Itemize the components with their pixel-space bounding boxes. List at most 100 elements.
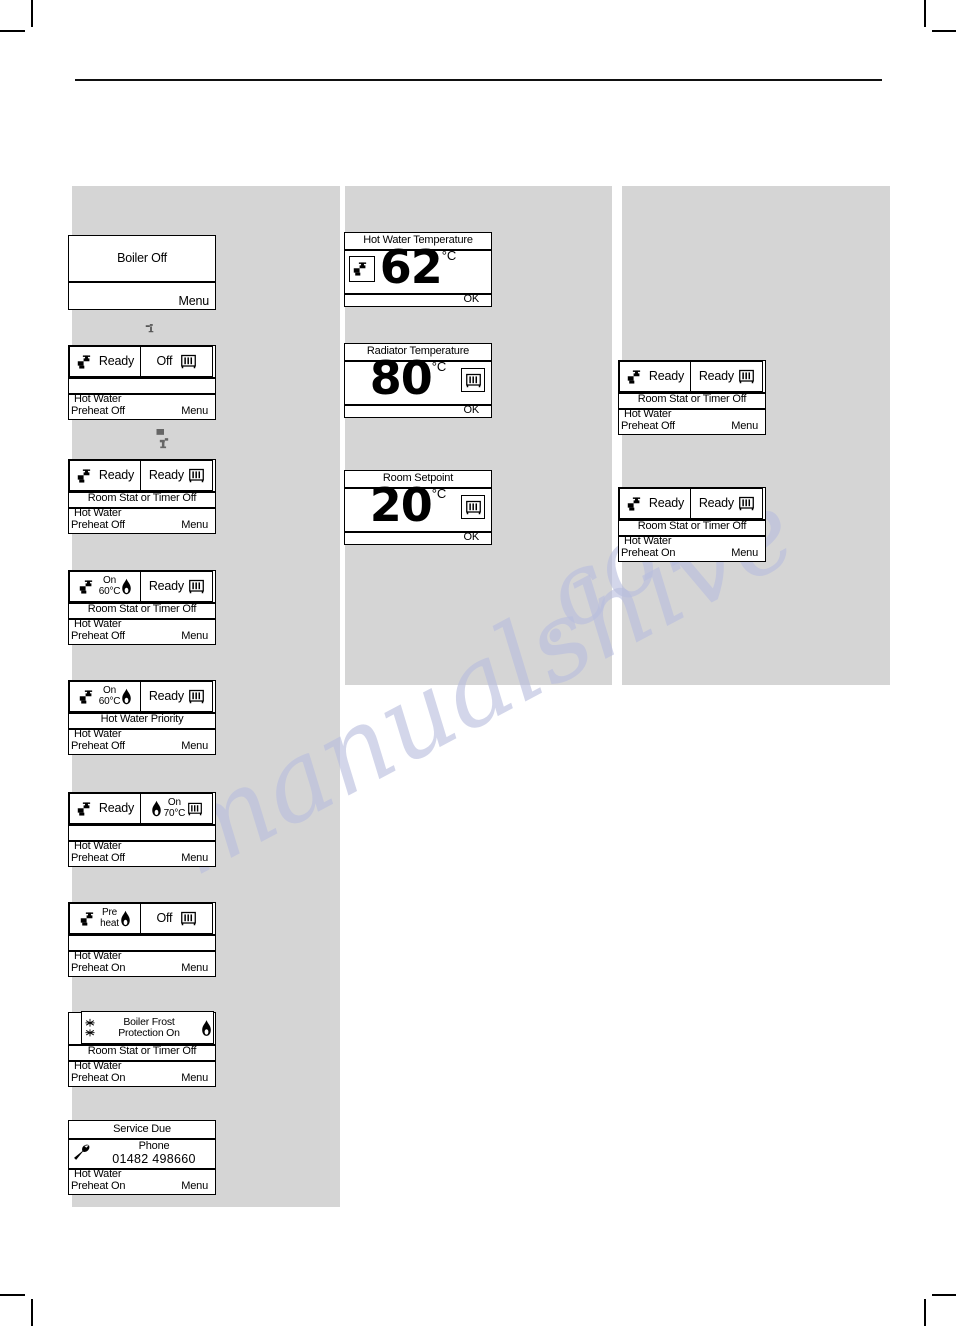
ch-status-cell[interactable]: Ready: [140, 460, 214, 491]
hw-status-cell[interactable]: Pre heat: [69, 903, 142, 934]
softkey-menu[interactable]: Menu: [181, 519, 208, 532]
footer-line-2: Preheat On: [71, 1180, 126, 1192]
hw-status-cell[interactable]: Ready: [69, 460, 142, 491]
crop-mark-top-left-horizontal: [0, 30, 25, 32]
tap-icon: [627, 496, 646, 512]
footer-line-2: Preheat Off: [71, 852, 125, 864]
softkey-menu[interactable]: Menu: [181, 740, 208, 753]
footer-line-1: Hot Water: [74, 950, 122, 962]
tap-icon: [77, 468, 96, 484]
hw-status-cell[interactable]: Ready: [69, 793, 142, 824]
display-hw-preheat[interactable]: Pre heat Off Hot Water Preheat On Menu: [68, 902, 216, 977]
hw-status-cell[interactable]: On 60°C: [69, 681, 142, 712]
softkey-menu[interactable]: Menu: [181, 1180, 208, 1193]
radiator-icon: [180, 911, 197, 926]
service-body-line-1: Phone: [138, 1139, 170, 1152]
footer-line-2: Preheat Off: [71, 630, 125, 642]
hw-status-text: Ready: [98, 468, 135, 483]
display-preheat-on-state[interactable]: Ready Ready Room Stat or Timer Off Hot W…: [618, 487, 766, 562]
setpoint-unit: °C: [441, 248, 457, 263]
setpoint-value: 80: [369, 351, 433, 405]
footer-line-2: Preheat Off: [71, 740, 125, 752]
display-hot-water-temperature[interactable]: Hot Water Temperature 62°C OK: [344, 232, 492, 307]
hw-state-line-1: On: [103, 575, 116, 586]
middle-text: Room Stat or Timer Off: [87, 1045, 197, 1058]
softkey-ok[interactable]: OK: [464, 405, 480, 417]
header-rule: [75, 79, 882, 81]
ch-status-cell[interactable]: Off: [140, 903, 214, 934]
ch-status-cell[interactable]: Ready: [140, 571, 214, 602]
middle-text: Room Stat or Timer Off: [87, 603, 197, 616]
flame-icon: [120, 910, 131, 927]
hw-status-cell[interactable]: Ready: [619, 488, 692, 519]
crop-mark-bottom-left-horizontal: [0, 1294, 25, 1296]
display-boiler-off[interactable]: Boiler Off Menu: [68, 235, 216, 310]
radiator-icon: [461, 495, 485, 519]
radiator-icon: [188, 689, 205, 704]
ch-status-cell[interactable]: Ready: [690, 361, 764, 392]
softkey-menu[interactable]: Menu: [181, 405, 208, 418]
ch-status-text: Ready: [148, 579, 184, 594]
softkey-menu[interactable]: Menu: [181, 630, 208, 643]
hw-status-text: Ready: [98, 354, 135, 369]
ch-status-text: Ready: [698, 369, 734, 384]
display-preheat-off-state[interactable]: Ready Ready Room Stat or Timer Off Hot W…: [618, 360, 766, 435]
setpoint-value: 62: [379, 240, 443, 294]
softkey-menu[interactable]: Menu: [181, 1072, 208, 1085]
display-hw-on-60-ch-ready[interactable]: On 60°C Ready Room Stat or Timer Off Hot…: [68, 570, 216, 645]
flow-tap-icon: [144, 320, 158, 334]
softkey-ok[interactable]: OK: [464, 532, 480, 544]
footer-line-1: Hot Water: [74, 393, 122, 405]
middle-text: Room Stat or Timer Off: [637, 393, 747, 406]
middle-strip: [69, 377, 215, 393]
tap-icon: [80, 911, 99, 927]
footer-line-2: Preheat On: [71, 962, 126, 974]
display-hw-ready-ch-ready[interactable]: Ready Ready Room Stat or Timer Off Hot W…: [68, 459, 216, 534]
hw-status-cell[interactable]: On 60°C: [69, 571, 142, 602]
display-hw-ready-ch-off[interactable]: Ready Off Hot Water Preheat Off Menu: [68, 345, 216, 420]
softkey-ok[interactable]: OK: [464, 294, 480, 306]
display-radiator-temperature[interactable]: Radiator Temperature 80°C OK: [344, 343, 492, 418]
boiler-off-softkey-menu[interactable]: Menu: [179, 294, 210, 308]
display-service-due[interactable]: Service Due Phone 01482 498660 Hot Water…: [68, 1120, 216, 1195]
radiator-icon: [188, 468, 205, 483]
ch-status-cell[interactable]: On 70°C: [140, 793, 214, 824]
flame-icon: [121, 578, 132, 595]
softkey-menu[interactable]: Menu: [181, 852, 208, 865]
spanner-icon: [72, 1143, 93, 1161]
softkey-menu[interactable]: Menu: [181, 962, 208, 975]
footer-line-2: Preheat Off: [71, 405, 125, 417]
display-ch-on-70[interactable]: Ready On 70°C Hot Water Preheat Off Menu: [68, 792, 216, 867]
display-hot-water-priority[interactable]: On 60°C Ready Hot Water Priority Hot Wat…: [68, 680, 216, 755]
display-boiler-frost-protection[interactable]: Boiler Frost Protection On Room Stat or …: [68, 1011, 216, 1087]
flame-icon: [151, 800, 162, 817]
hw-status-cell[interactable]: Ready: [619, 361, 692, 392]
softkey-menu[interactable]: Menu: [731, 420, 758, 433]
ch-status-text: Ready: [698, 496, 734, 511]
middle-text: Room Stat or Timer Off: [637, 520, 747, 533]
ch-state-line-2: 70°C: [163, 807, 186, 819]
ch-status-cell[interactable]: Ready: [690, 488, 764, 519]
radiator-icon: [188, 579, 205, 594]
ch-state-line-1: On: [167, 797, 181, 808]
ch-status-cell[interactable]: Off: [140, 346, 214, 377]
flame-icon: [201, 1019, 212, 1037]
ch-status-cell[interactable]: Ready: [140, 681, 214, 712]
footer-line-2: Preheat Off: [621, 420, 675, 432]
footer-line-1: Hot Water: [74, 507, 122, 519]
frost-banner-cell[interactable]: Boiler Frost Protection On: [81, 1011, 214, 1044]
hw-status-cell[interactable]: Ready: [69, 346, 142, 377]
softkey-menu[interactable]: Menu: [731, 547, 758, 560]
hw-state-line-2: 60°C: [98, 695, 121, 707]
display-room-setpoint[interactable]: Room Setpoint 20°C OK: [344, 470, 492, 545]
hw-status-text: Ready: [98, 801, 135, 816]
flame-icon: [121, 688, 132, 705]
footer-line-2: Preheat Off: [71, 519, 125, 531]
service-body-line-2: 01482 498660: [112, 1151, 196, 1166]
tap-icon: [627, 369, 646, 385]
setpoint-unit: °C: [431, 486, 447, 501]
radiator-icon: [180, 354, 197, 369]
footer-line-1: Hot Water: [74, 618, 122, 630]
tap-icon: [77, 801, 96, 817]
footer-line-2: Preheat On: [621, 547, 676, 559]
